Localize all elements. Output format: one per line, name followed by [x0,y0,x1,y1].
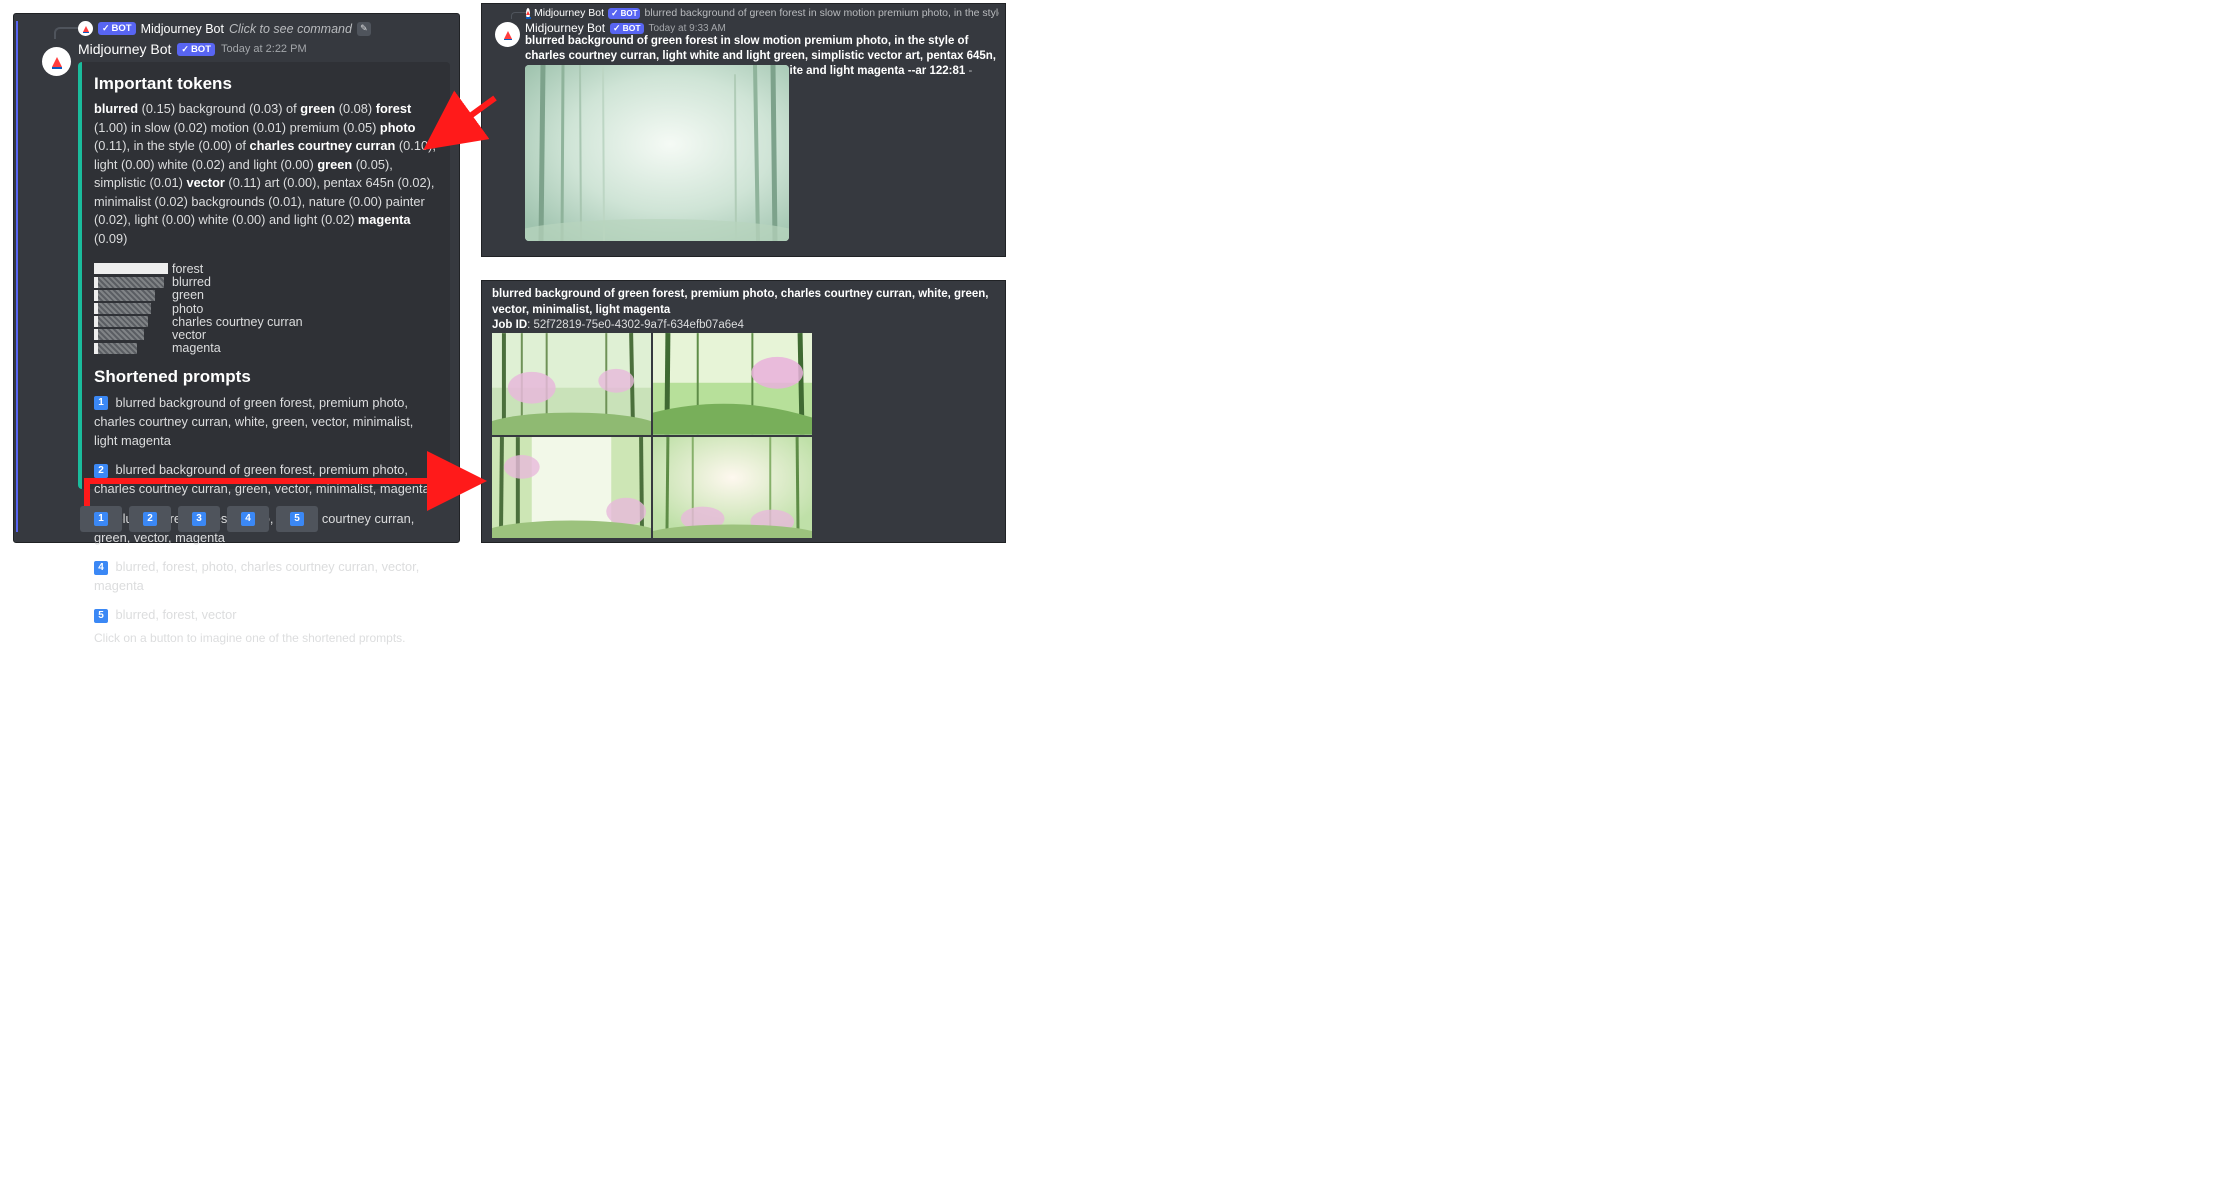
pencil-icon[interactable]: ✎ [357,22,371,36]
embed-card: Important tokens blurred (0.15) backgrou… [78,62,450,489]
author-name[interactable]: Midjourney Bot [78,41,171,57]
reply-branch-icon [511,12,527,19]
grid-image-3[interactable] [492,437,651,539]
number-badge-icon: 4 [94,561,108,575]
discord-message-panel-bottom-right: blurred background of green forest, prem… [481,280,1006,543]
prompt-button-row: 1 2 3 4 5 [80,506,318,532]
imagine-button-5[interactable]: 5 [276,506,318,532]
number-badge-icon: 2 [143,512,157,526]
token-bar-row: blurred [94,276,438,289]
shortened-prompt-item: 4 blurred, forest, photo, charles courtn… [94,557,438,595]
reply-row[interactable]: Midjourney Bot BOT blurred background of… [526,7,999,19]
number-badge-icon: 3 [192,512,206,526]
number-badge-icon: 2 [94,464,108,478]
discord-message-panel-left: BOT Midjourney Bot Click to see command … [13,13,460,543]
job-id-label: Job ID [492,319,527,331]
shortened-prompt-item: 1 blurred background of green forest, pr… [94,393,438,451]
token-bar-label: green [172,288,204,302]
bot-avatar-icon [495,22,520,47]
token-weights-paragraph: blurred (0.15) background (0.03) of gree… [94,100,438,248]
bot-avatar-icon [42,47,71,76]
number-badge-icon: 5 [290,512,304,526]
number-badge-icon: 5 [94,609,108,623]
imagine-button-3[interactable]: 3 [178,506,220,532]
bot-avatar-icon [78,21,93,36]
new-message-indicator [16,21,18,532]
bot-tag: BOT [608,8,640,19]
imagine-button-1[interactable]: 1 [80,506,122,532]
bot-tag: BOT [177,43,215,56]
embed-heading-tokens: Important tokens [94,74,438,94]
token-bar-row: photo [94,302,438,315]
grid-image-1[interactable] [492,333,651,435]
message-header: Midjourney Bot BOT Today at 2:22 PM [78,41,307,57]
bot-tag: BOT [98,22,136,35]
token-bar-label: photo [172,302,203,316]
author-name[interactable]: Midjourney Bot [525,21,605,35]
token-bar-row: forest [94,262,438,275]
bot-tag: BOT [610,23,644,34]
shortened-prompt-item: 2 blurred background of green forest, pr… [94,460,438,498]
message-header: Midjourney Bot BOT Today at 9:33 AM [525,21,726,35]
token-bar-row: magenta [94,342,438,355]
token-bar-row: green [94,289,438,302]
reply-prompt-preview: blurred background of green forest in sl… [644,7,999,19]
reply-author: Midjourney Bot [534,7,604,19]
token-bar-label: blurred [172,275,211,289]
token-bar-row: vector [94,328,438,341]
prompt-text: blurred background of green forest, prem… [492,288,989,316]
token-bar-label: vector [172,328,206,342]
shortened-prompt-item: 5 blurred, forest, vector [94,605,438,624]
number-badge-icon: 1 [94,512,108,526]
imagine-button-4[interactable]: 4 [227,506,269,532]
reply-command-text: Click to see command [229,22,352,36]
token-bar-row: charles courtney curran [94,315,438,328]
reply-branch-icon [54,27,80,39]
token-bar-label: charles courtney curran [172,315,303,329]
timestamp: Today at 9:33 AM [649,23,726,34]
discord-message-panel-top-right: Midjourney Bot BOT blurred background of… [481,3,1006,257]
token-weight-chart: forestblurredgreenphotocharles courtney … [94,262,438,354]
reply-row[interactable]: BOT Midjourney Bot Click to see command … [78,21,371,36]
job-id-value: 52f72819-75e0-4302-9a7f-634efb07a6e4 [534,319,744,331]
generated-image[interactable] [525,65,789,241]
token-bar-label: forest [172,262,203,276]
hint-text: Click on a button to imagine one of the … [94,631,438,645]
imagine-button-2[interactable]: 2 [129,506,171,532]
bot-avatar-icon [526,8,530,19]
grid-image-4[interactable] [653,437,812,539]
reply-author: Midjourney Bot [141,22,224,36]
number-badge-icon: 4 [241,512,255,526]
token-bar-label: magenta [172,341,221,355]
timestamp: Today at 2:22 PM [221,43,307,55]
image-grid[interactable] [492,333,812,538]
grid-image-2[interactable] [653,333,812,435]
embed-heading-shortened: Shortened prompts [94,367,438,387]
number-badge-icon: 1 [94,396,108,410]
